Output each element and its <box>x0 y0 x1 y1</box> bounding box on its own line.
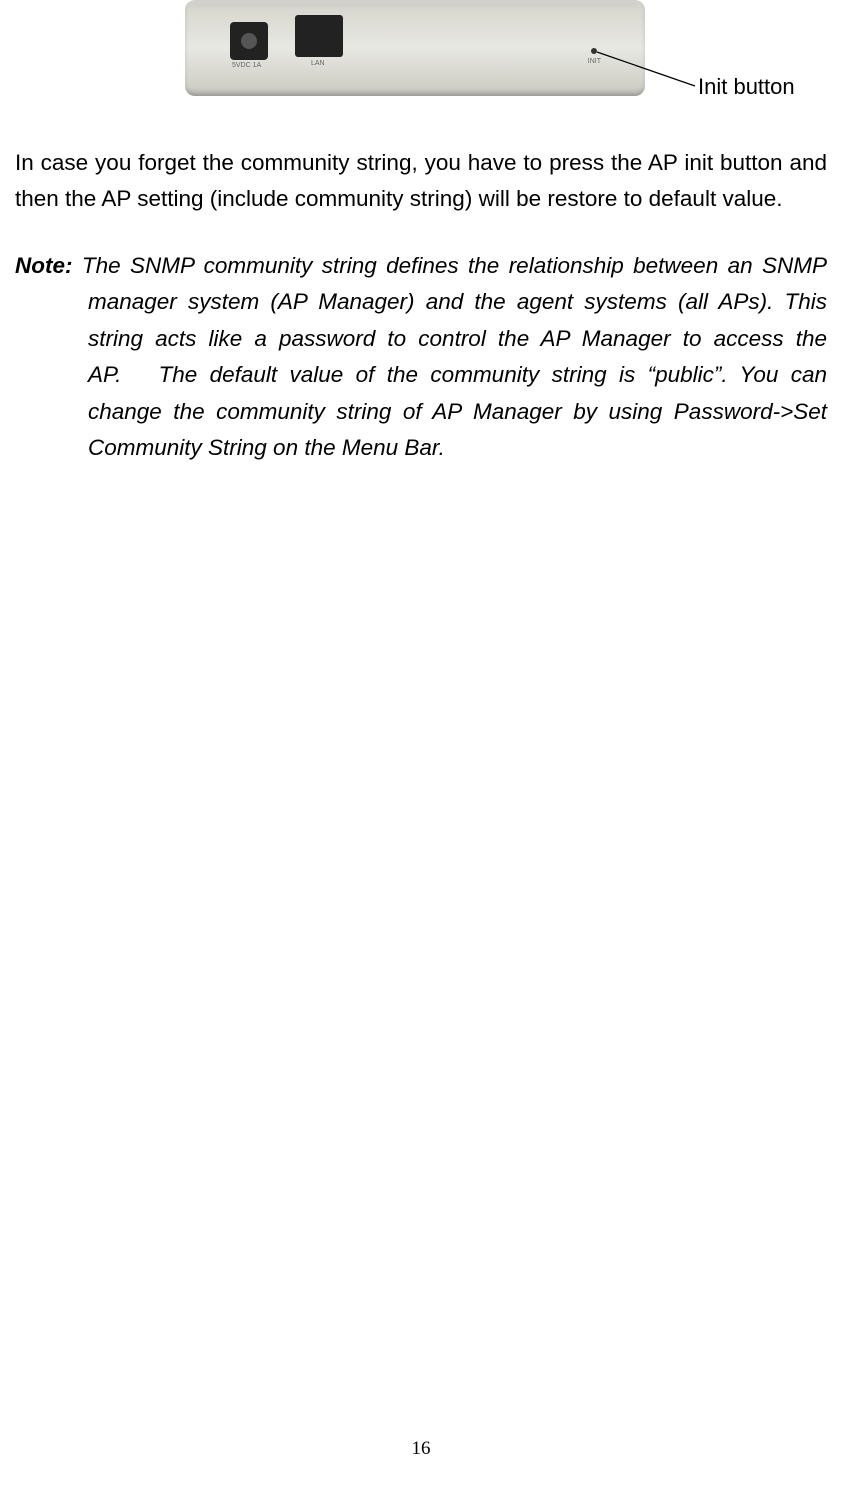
dc-port-label: 5VDC 1A <box>232 62 261 69</box>
device-image: 5VDC 1A LAN INIT <box>185 0 645 96</box>
note-label: Note: <box>15 253 73 278</box>
paragraph-reset-instructions: In case you forget the community string,… <box>15 145 827 218</box>
lan-port <box>295 15 343 57</box>
lan-port-label: LAN <box>311 60 325 67</box>
note-block: Note: The SNMP community string defines … <box>15 248 827 467</box>
callout-line <box>597 52 697 102</box>
page-number: 16 <box>0 1438 842 1460</box>
dc-power-port <box>230 22 268 60</box>
callout-label: Init button <box>698 74 795 100</box>
note-body: The SNMP community string defines the re… <box>73 253 828 460</box>
device-figure: 5VDC 1A LAN INIT Init button <box>15 0 827 100</box>
